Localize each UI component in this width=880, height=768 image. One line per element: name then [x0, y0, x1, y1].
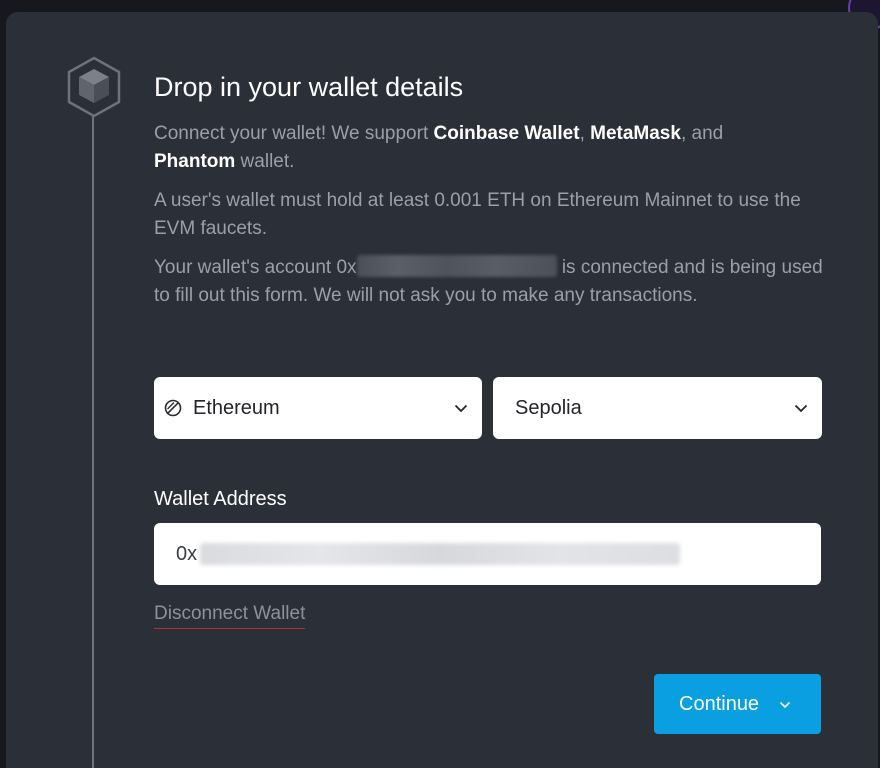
intro-sep: , and — [680, 123, 724, 144]
intro-sep: , — [579, 123, 591, 144]
redacted-wallet-address — [200, 543, 680, 565]
cube-icon — [67, 56, 121, 118]
chevron-down-icon — [779, 701, 791, 709]
network-select[interactable]: Ethereum — [154, 377, 482, 439]
testnet-select[interactable]: Sepolia — [493, 377, 822, 439]
supported-wallets-text: Connect your wallet! We support Coinbase… — [154, 120, 834, 176]
step-content: Drop in your wallet details Connect your… — [154, 70, 834, 734]
intro-text: Connect your wallet! We support — [154, 123, 434, 144]
wallet-address-prefix: 0x — [176, 543, 198, 565]
continue-button[interactable]: Continue — [654, 674, 821, 734]
wallet-name-coinbase: Coinbase Wallet — [433, 123, 580, 144]
disconnect-wallet-link[interactable]: Disconnect Wallet — [154, 601, 306, 629]
redacted-account-address — [356, 255, 557, 277]
chevron-down-icon — [794, 404, 808, 413]
page-title: Drop in your wallet details — [154, 72, 464, 102]
network-select-value: Ethereum — [193, 397, 280, 419]
step-timeline-line — [92, 110, 94, 768]
wallet-address-label: Wallet Address — [154, 488, 287, 510]
connected-account-text: Your wallet's account 0x is connected an… — [154, 254, 834, 310]
network-selects: Ethereum Sepolia — [154, 377, 822, 439]
eth-requirement-text: A user's wallet must hold at least 0.001… — [154, 190, 801, 239]
continue-button-label: Continue — [679, 693, 760, 715]
wallet-details-card: Drop in your wallet details Connect your… — [6, 12, 878, 768]
testnet-select-value: Sepolia — [515, 397, 582, 419]
chevron-down-icon — [454, 404, 468, 413]
wallet-address-field[interactable]: 0x — [154, 523, 821, 585]
intro-text-end: wallet. — [235, 151, 295, 172]
account-prefix: Your wallet's account 0x — [154, 257, 357, 278]
wallet-name-metamask: MetaMask — [590, 123, 681, 144]
ethereum-icon — [164, 399, 182, 417]
wallet-name-phantom: Phantom — [154, 151, 236, 172]
